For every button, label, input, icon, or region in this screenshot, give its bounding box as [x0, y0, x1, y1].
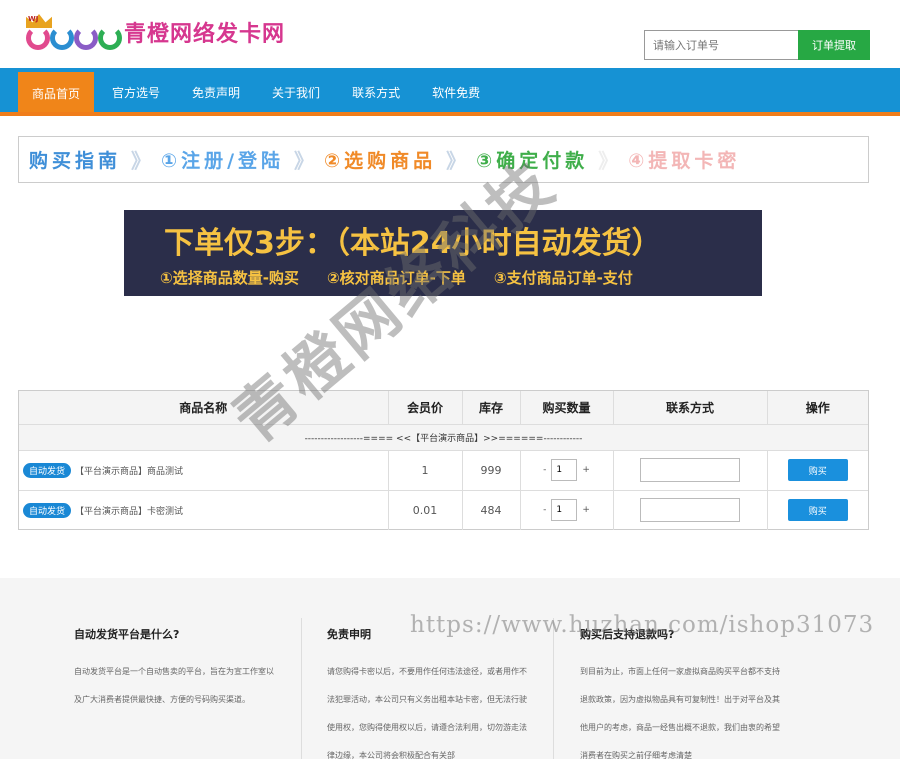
quantity-stepper: - + [543, 499, 590, 522]
quantity-input[interactable] [551, 499, 578, 522]
guide-step-pay: ③确定付款 [476, 150, 589, 172]
ring-icon [26, 26, 50, 50]
product-name-cell: 自动发货 【平台演示商品】商品测试 [19, 449, 389, 490]
double-chevron-icon: 》 [294, 149, 315, 173]
double-chevron-icon: 》 [131, 149, 152, 173]
banner-step: ①选择商品数量-购买 [160, 269, 299, 287]
site-title: 青橙网络发卡网 [124, 22, 286, 47]
product-name[interactable]: 【平台演示商品】卡密测试 [75, 507, 183, 517]
buy-button[interactable]: 购买 [787, 499, 848, 522]
footer-paragraph: 自动发货平台是一个自动售卖的平台，旨在为宣工作室以及广大消费者提供最快捷、方便的… [74, 667, 274, 704]
price-cell: 0.01 [388, 489, 463, 530]
order-number-input[interactable] [644, 30, 798, 60]
table-header-row: 商品名称 会员价 库存 购买数量 联系方式 操作 [19, 391, 868, 424]
double-chevron-icon: 》 [446, 149, 467, 173]
price-cell: 1 [388, 449, 463, 490]
banner-title: 下单仅3步：（本站24小时自动发货） [164, 226, 662, 261]
footer-paragraph: 请您购得卡密以后，不要用作任何违法途径，或者用作不法犯罪活动，本公司只有义务出租… [327, 667, 527, 760]
banner-steps: ①选择商品数量-购买 ②核对商品订单-下单 ③支付商品订单-支付 [160, 267, 633, 288]
logo-initials: WJ [28, 15, 39, 23]
order-search: 订单提取 [644, 30, 870, 60]
nav-item-home[interactable]: 商品首页 [18, 72, 95, 112]
contact-cell [613, 489, 768, 530]
header: WJ 青橙网络发卡网 订单提取 [0, 0, 900, 68]
ring-icon [74, 26, 98, 50]
guide-step-select: ②选购商品 [324, 150, 437, 172]
ring-icon [98, 26, 122, 50]
guide-title: 购买指南 [29, 150, 122, 172]
url-watermark: https://www.huzhan.com/ishop31073 [410, 612, 875, 638]
buy-button[interactable]: 购买 [787, 459, 848, 481]
quantity-input[interactable] [551, 459, 578, 481]
col-product-name: 商品名称 [19, 391, 389, 424]
footer-divider [553, 618, 554, 759]
decrement-button[interactable]: - [543, 465, 546, 475]
banner-step: ③支付商品订单-支付 [493, 269, 633, 287]
nav-item-contact[interactable]: 联系方式 [338, 68, 414, 112]
guide-step-extract: ④提取卡密 [628, 150, 741, 172]
stock-cell: 999 [462, 449, 521, 490]
footer: 自动发货平台是什么? 自动发货平台是一个自动售卖的平台，旨在为宣工作室以及广大消… [0, 578, 900, 760]
promo-banner: 下单仅3步：（本站24小时自动发货） ①选择商品数量-购买 ②核对商品订单-下单… [124, 210, 762, 296]
table-row: 自动发货【平台演示商品】商品测试 1 999 - + 购买 [19, 449, 868, 490]
nav-item-official-numbers[interactable]: 官方选号 [98, 68, 174, 112]
footer-disclaimer: 免责申明 请您购得卡密以后，不要用作任何违法途径，或者用作不法犯罪活动，本公司只… [327, 626, 532, 770]
col-quantity: 购买数量 [520, 391, 614, 424]
quantity-stepper: - + [543, 459, 590, 481]
table-row: 自动发货【平台演示商品】卡密测试 0.01 484 - + 购买 [19, 489, 868, 530]
footer-faq-platform: 自动发货平台是什么? 自动发货平台是一个自动售卖的平台，旨在为宣工作室以及广大消… [74, 626, 279, 714]
increment-button[interactable]: + [582, 505, 590, 515]
category-label: ------------------==== <<【平台演示商品】>>=====… [19, 423, 868, 450]
category-row: ------------------==== <<【平台演示商品】>>=====… [19, 423, 868, 450]
footer-paragraph: 到目前为止，市面上任何一家虚拟商品购买平台都不支持退款政策，因为虚拟物品具有可复… [580, 667, 780, 760]
col-member-price: 会员价 [388, 391, 463, 424]
action-cell: 购买 [767, 489, 868, 530]
stock-cell: 484 [462, 489, 521, 530]
action-cell: 购买 [767, 449, 868, 490]
auto-delivery-badge: 自动发货 [23, 462, 72, 478]
product-name[interactable]: 【平台演示商品】商品测试 [75, 467, 183, 477]
col-action: 操作 [767, 391, 868, 424]
decrement-button[interactable]: - [543, 505, 546, 515]
footer-divider [301, 618, 302, 759]
main-nav: 商品首页 官方选号 免责声明 关于我们 联系方式 软件免费 [0, 68, 900, 116]
ring-icon [50, 26, 74, 50]
purchase-guide: 购买指南 》 ①注册/登陆 》 ②选购商品 》 ③确定付款 》 ④提取卡密 [18, 136, 869, 183]
quantity-cell: - + [520, 449, 614, 490]
auto-delivery-badge: 自动发货 [23, 502, 72, 518]
logo-mark: WJ [24, 14, 122, 50]
product-table: 商品名称 会员价 库存 购买数量 联系方式 操作 ---------------… [18, 390, 869, 530]
nav-item-free-software[interactable]: 软件免费 [418, 68, 494, 112]
quantity-cell: - + [520, 489, 614, 530]
order-fetch-button[interactable]: 订单提取 [798, 30, 870, 60]
contact-cell [613, 449, 768, 490]
footer-refund: 购买后支持退款吗? 到目前为止，市面上任何一家虚拟商品购买平台都不支持退款政策，… [580, 626, 785, 770]
nav-item-about[interactable]: 关于我们 [258, 68, 334, 112]
col-stock: 库存 [462, 391, 521, 424]
banner-step: ②核对商品订单-下单 [326, 269, 466, 287]
guide-step-register: ①注册/登陆 [161, 150, 285, 172]
nav-item-disclaimer[interactable]: 免责声明 [178, 68, 254, 112]
increment-button[interactable]: + [582, 465, 590, 475]
footer-heading: 自动发货平台是什么? [74, 628, 180, 641]
contact-input[interactable] [640, 458, 740, 482]
col-contact: 联系方式 [613, 391, 768, 424]
contact-input[interactable] [640, 498, 740, 523]
product-name-cell: 自动发货 【平台演示商品】卡密测试 [19, 489, 389, 530]
site-logo[interactable]: WJ 青橙网络发卡网 [24, 14, 285, 50]
double-chevron-icon: 》 [598, 149, 619, 173]
